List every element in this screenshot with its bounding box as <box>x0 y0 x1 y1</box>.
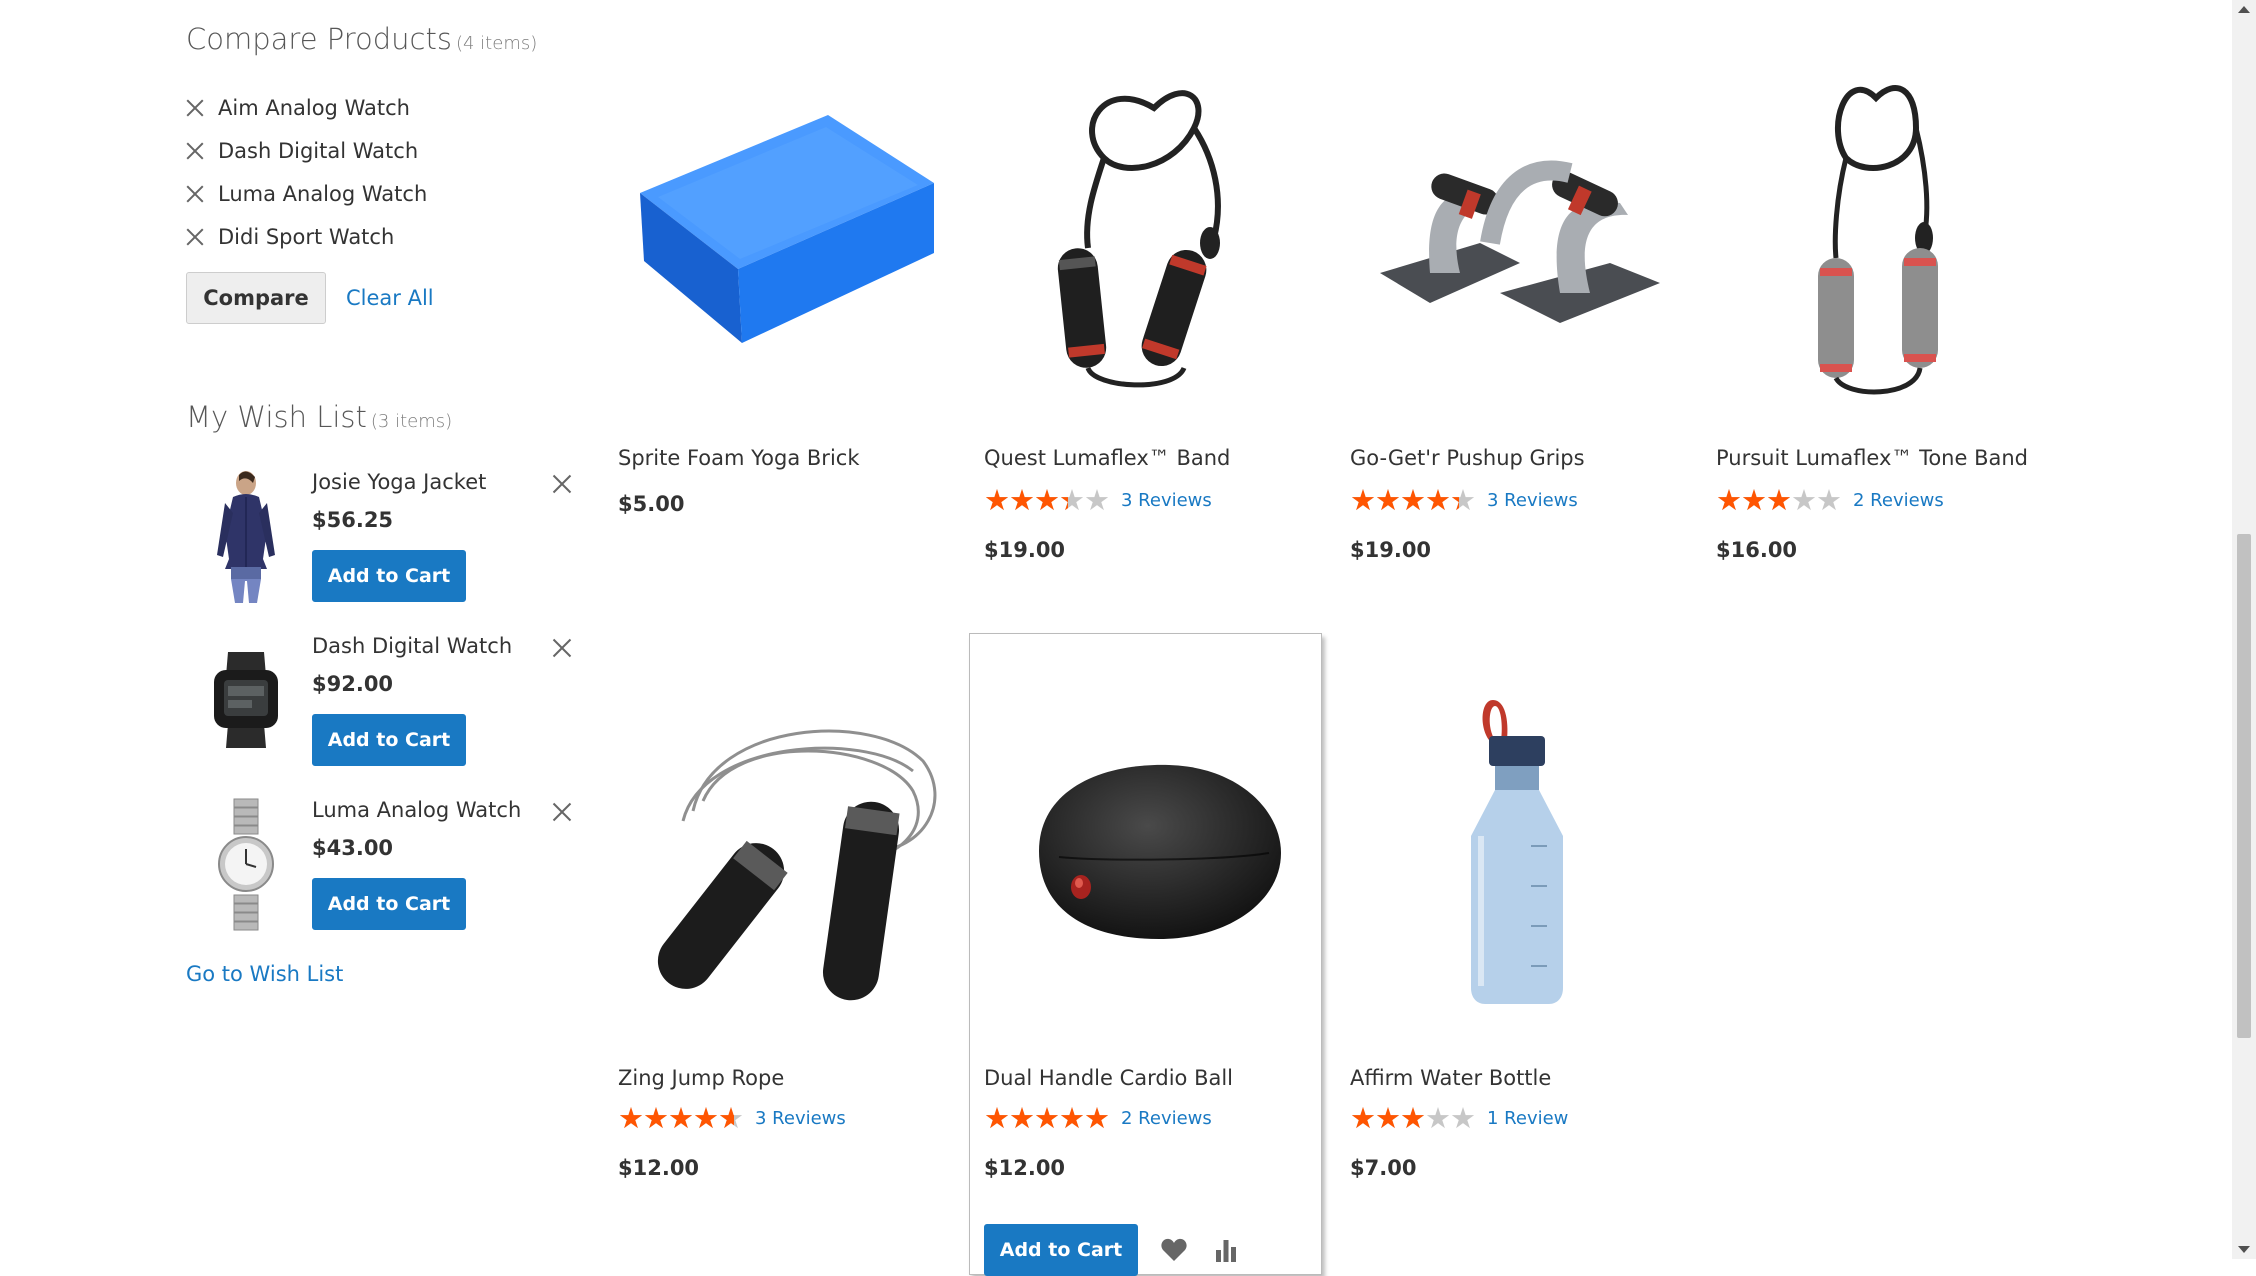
product-item: Sprite Foam Yoga Brick $5.00 <box>618 54 958 516</box>
product-name[interactable]: Quest Lumaflex™ Band <box>984 446 1230 470</box>
product-item: Dual Handle Cardio Ball ★★★★★ ★★★★★ 2 Rev… <box>984 672 1324 1276</box>
jump-rope-image[interactable] <box>618 672 958 1030</box>
resistance-band-image[interactable] <box>984 54 1324 412</box>
scroll-thumb[interactable] <box>2237 534 2251 1038</box>
compare-list: Aim Analog Watch Dash Digital Watch Luma… <box>186 86 427 258</box>
compare-block-title: Compare Products (4 items) <box>186 22 537 56</box>
product-name[interactable]: Pursuit Lumaflex™ Tone Band <box>1716 446 2028 470</box>
add-to-cart-button[interactable]: Add to Cart <box>312 550 466 602</box>
product-rating: ★★★★★★★★★★ 3 Reviews <box>1350 486 1578 515</box>
product-rating: ★★★★★★★★★★ 2 Reviews <box>1716 486 1944 515</box>
wishlist-item-name[interactable]: Dash Digital Watch <box>312 634 512 658</box>
clear-all-link[interactable]: Clear All <box>346 286 434 310</box>
product-name[interactable]: Dual Handle Cardio Ball <box>984 1066 1233 1090</box>
reviews-link[interactable]: 3 Reviews <box>755 1108 846 1129</box>
yoga-brick-image[interactable] <box>618 54 958 412</box>
wishlist-title: My Wish List <box>186 400 367 434</box>
compare-item: Luma Analog Watch <box>186 172 427 215</box>
compare-item: Didi Sport Watch <box>186 215 427 258</box>
scroll-up-icon[interactable] <box>2238 6 2250 13</box>
analog-watch-image[interactable] <box>186 794 306 934</box>
product-name[interactable]: Sprite Foam Yoga Brick <box>618 446 859 470</box>
compare-item: Aim Analog Watch <box>186 86 427 129</box>
product-price: $19.00 <box>984 538 1066 562</box>
remove-wishlist-icon[interactable] <box>552 638 572 658</box>
tone-band-image[interactable] <box>1716 54 2056 412</box>
product-price: $16.00 <box>1716 538 1798 562</box>
add-to-compare-icon[interactable] <box>1210 1234 1242 1266</box>
product-rating: ★★★★★★★★★★ 3 Reviews <box>618 1104 846 1133</box>
product-name[interactable]: Zing Jump Rope <box>618 1066 784 1090</box>
wishlist-item-name[interactable]: Luma Analog Watch <box>312 798 521 822</box>
product-item: Affirm Water Bottle ★★★★★★★★★★ 1 Review … <box>1350 672 1690 1192</box>
product-price: $12.00 <box>984 1156 1066 1180</box>
wishlist-heart-icon[interactable] <box>1158 1234 1190 1266</box>
compare-item-link[interactable]: Aim Analog Watch <box>218 96 410 120</box>
compare-title: Compare Products <box>186 22 452 56</box>
wishlist-item-price: $92.00 <box>312 672 394 696</box>
reviews-link[interactable]: 1 Review <box>1487 1108 1568 1129</box>
compare-item-link[interactable]: Didi Sport Watch <box>218 225 394 249</box>
product-name[interactable]: Affirm Water Bottle <box>1350 1066 1551 1090</box>
reviews-link[interactable]: 2 Reviews <box>1853 490 1944 511</box>
add-to-cart-button[interactable]: Add to Cart <box>984 1224 1138 1276</box>
reviews-link[interactable]: 3 Reviews <box>1487 490 1578 511</box>
compare-item-link[interactable]: Dash Digital Watch <box>218 139 418 163</box>
wishlist-item: Josie Yoga Jacket $56.25 Add to Cart <box>186 466 576 630</box>
remove-compare-icon[interactable] <box>186 185 204 203</box>
add-to-cart-button[interactable]: Add to Cart <box>312 878 466 930</box>
rating-stars: ★★★★★★★★★★ <box>984 483 1110 517</box>
product-rating: ★★★★★★★★★★ 3 Reviews <box>984 486 1212 515</box>
go-to-wishlist-link[interactable]: Go to Wish List <box>186 962 343 986</box>
product-item: Pursuit Lumaflex™ Tone Band ★★★★★★★★★★ 2… <box>1716 54 2056 574</box>
compare-button[interactable]: Compare <box>186 272 326 324</box>
product-actions: Add to Cart <box>984 1224 1242 1276</box>
reviews-link[interactable]: 2 Reviews <box>1121 1108 1212 1129</box>
cardio-ball-image[interactable] <box>984 672 1324 1030</box>
page-scrollbar[interactable] <box>2232 0 2256 1259</box>
product-rating: ★★★★★★★★★★ 1 Review <box>1350 1104 1568 1133</box>
rating-stars: ★★★★★★★★★★ <box>1350 1101 1476 1135</box>
rating-stars: ★★★★★★★★★★ <box>984 1101 1110 1135</box>
pushup-grips-image[interactable] <box>1350 54 1690 412</box>
product-price: $7.00 <box>1350 1156 1417 1180</box>
remove-compare-icon[interactable] <box>186 99 204 117</box>
digital-watch-image[interactable] <box>186 630 306 770</box>
wishlist-item-price: $43.00 <box>312 836 394 860</box>
reviews-link[interactable]: 3 Reviews <box>1121 490 1212 511</box>
wishlist-count: (3 items) <box>370 411 453 432</box>
product-name[interactable]: Go-Get'r Pushup Grips <box>1350 446 1585 470</box>
compare-item-link[interactable]: Luma Analog Watch <box>218 182 427 206</box>
compare-count: (4 items) <box>455 33 538 54</box>
wishlist-block-title: My Wish List (3 items) <box>186 400 452 434</box>
rating-stars: ★★★★★★★★★★ <box>1716 483 1842 517</box>
remove-wishlist-icon[interactable] <box>552 474 572 494</box>
rating-stars: ★★★★★★★★★★ <box>1350 483 1476 517</box>
remove-wishlist-icon[interactable] <box>552 802 572 822</box>
wishlist-item: Dash Digital Watch $92.00 Add to Cart <box>186 630 576 794</box>
wishlist-items: Josie Yoga Jacket $56.25 Add to Cart Das… <box>186 466 576 958</box>
product-item: Go-Get'r Pushup Grips ★★★★★★★★★★ 3 Revie… <box>1350 54 1690 574</box>
jacket-image[interactable] <box>186 466 306 606</box>
wishlist-item-price: $56.25 <box>312 508 394 532</box>
product-rating: ★★★★★★★★★★ 2 Reviews <box>984 1104 1212 1133</box>
product-price: $5.00 <box>618 492 685 516</box>
compare-actions: Compare Clear All <box>186 272 434 324</box>
wishlist-item: Luma Analog Watch $43.00 Add to Cart <box>186 794 576 958</box>
water-bottle-image[interactable] <box>1350 672 1690 1030</box>
add-to-cart-button[interactable]: Add to Cart <box>312 714 466 766</box>
product-item: Quest Lumaflex™ Band ★★★★★★★★★★ 3 Review… <box>984 54 1324 574</box>
compare-item: Dash Digital Watch <box>186 129 427 172</box>
rating-stars: ★★★★★★★★★★ <box>618 1101 744 1135</box>
wishlist-item-name[interactable]: Josie Yoga Jacket <box>312 470 486 494</box>
remove-compare-icon[interactable] <box>186 228 204 246</box>
product-price: $19.00 <box>1350 538 1432 562</box>
scroll-down-icon[interactable] <box>2238 1246 2250 1253</box>
product-price: $12.00 <box>618 1156 700 1180</box>
product-item: Zing Jump Rope ★★★★★ ★★★★★ 3 Reviews $12.… <box>618 672 958 1192</box>
remove-compare-icon[interactable] <box>186 142 204 160</box>
